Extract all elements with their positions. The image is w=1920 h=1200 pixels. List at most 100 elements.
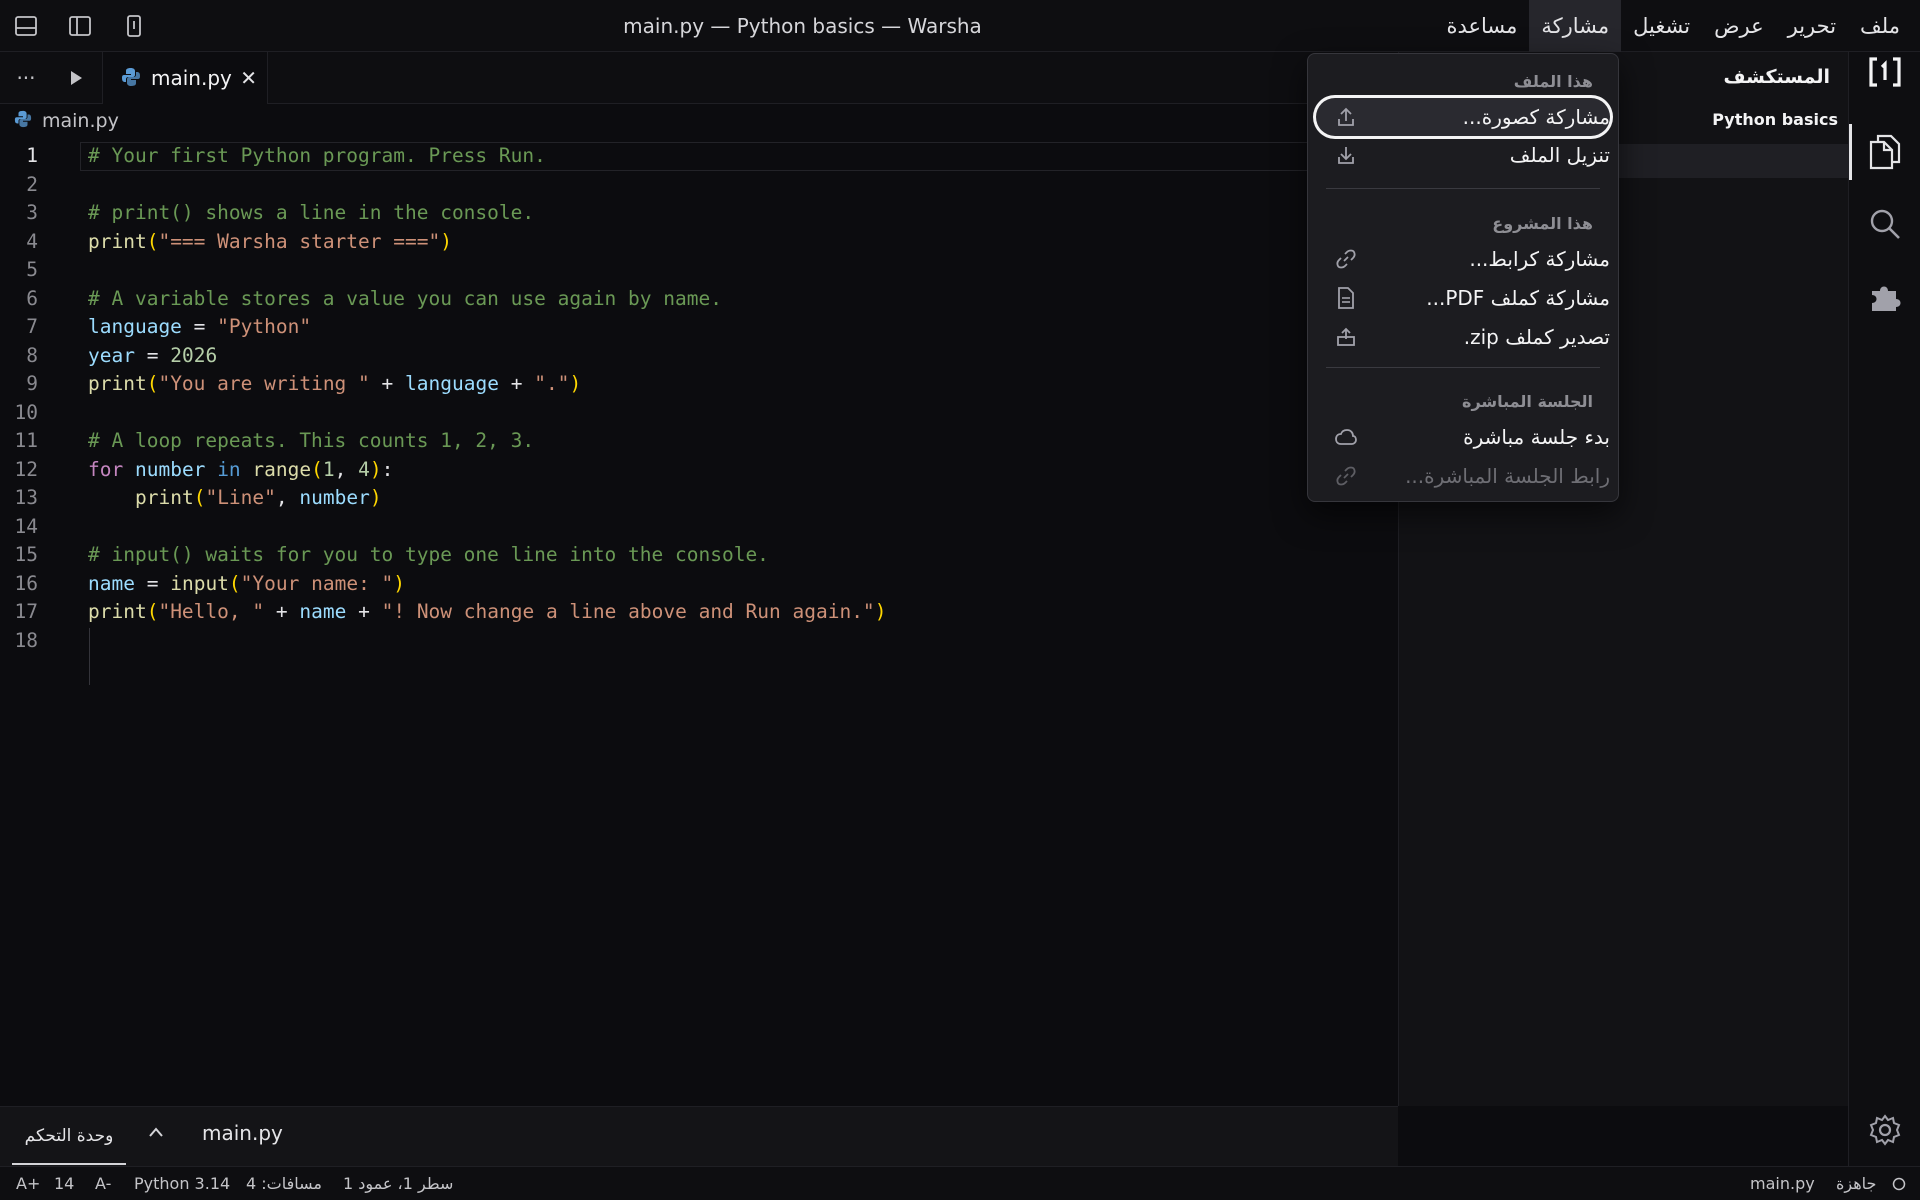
- panel-file-label: main.py: [202, 1121, 283, 1145]
- menu-item-label: بدء جلسة مباشرة: [1463, 425, 1610, 449]
- menu-item-label: مشاركة كملف PDF...: [1426, 286, 1610, 310]
- start-live-session-item[interactable]: بدء جلسة مباشرة: [1316, 418, 1610, 456]
- title-bar: main.py — Python basics — Warsha ملف تحر…: [0, 0, 1920, 52]
- language-indicator[interactable]: Python 3.14: [134, 1174, 230, 1193]
- menu-section-header: هذا المشروع: [1492, 214, 1593, 233]
- project-name[interactable]: Python basics: [1712, 110, 1838, 129]
- menu-help[interactable]: مساعدة: [1434, 0, 1529, 52]
- code-line[interactable]: # A loop repeats. This counts 1, 2, 3.: [88, 427, 534, 456]
- menu-bar: ملف تحرير عرض تشغيل مشاركة مساعدة: [1434, 0, 1912, 52]
- breadcrumb-file[interactable]: main.py: [42, 110, 119, 132]
- menu-item-label: تصدير كملف zip.: [1463, 325, 1610, 349]
- line-number: 13: [14, 486, 38, 509]
- tab-label: main.py: [151, 66, 232, 90]
- bottom-panel: وحدة التحكم main.py: [0, 1106, 1398, 1166]
- code-line[interactable]: print("=== Warsha starter ==="): [88, 228, 452, 257]
- line-number: 7: [26, 315, 38, 338]
- export-icon: [1334, 325, 1358, 349]
- menu-share[interactable]: مشاركة: [1529, 0, 1622, 52]
- activity-bar: [1848, 52, 1920, 1166]
- live-session-link-item[interactable]: رابط الجلسة المباشرة...: [1316, 457, 1610, 495]
- code-line[interactable]: for number in range(1, 4):: [88, 456, 393, 485]
- chevron-up-icon[interactable]: [148, 1123, 164, 1142]
- line-number: 8: [26, 343, 38, 367]
- indent-guide: [89, 628, 90, 685]
- code-editor[interactable]: 1 # Your first Python program. Press Run.…: [0, 142, 1400, 1102]
- upload-icon: [1334, 105, 1358, 129]
- share-as-pdf-item[interactable]: مشاركة كملف PDF...: [1316, 279, 1610, 317]
- code-line[interactable]: print("You are writing " + language + ".…: [88, 370, 581, 399]
- files-icon[interactable]: [1865, 132, 1905, 172]
- line-number: 3: [26, 201, 38, 224]
- share-as-image-item[interactable]: مشاركة كصورة...: [1316, 98, 1610, 136]
- status-ready: جاهزة: [1836, 1174, 1877, 1193]
- download-icon: [1334, 143, 1358, 167]
- menu-file[interactable]: ملف: [1848, 0, 1912, 52]
- tab-console[interactable]: وحدة التحكم: [12, 1121, 126, 1165]
- active-indicator: [1849, 124, 1852, 180]
- document-icon: [1334, 286, 1358, 310]
- line-number: 10: [14, 400, 38, 424]
- line-number: 1: [26, 144, 38, 167]
- code-line[interactable]: language = "Python": [88, 313, 311, 342]
- menu-edit[interactable]: تحرير: [1776, 0, 1848, 52]
- code-line[interactable]: # A variable stores a value you can use …: [88, 285, 722, 314]
- menu-view[interactable]: عرض: [1702, 0, 1776, 52]
- cloud-icon: [1334, 425, 1358, 449]
- line-number: 6: [26, 286, 38, 310]
- tab-bar: ··· main.py ✕: [0, 52, 1398, 104]
- run-button[interactable]: [62, 64, 90, 92]
- status-circle-icon: [1892, 1176, 1906, 1195]
- line-number: 12: [14, 457, 38, 481]
- menu-item-label: مشاركة كصورة...: [1462, 105, 1610, 129]
- code-line[interactable]: # input() waits for you to type one line…: [88, 541, 769, 570]
- menu-section-header: هذا الملف: [1513, 72, 1593, 91]
- menu-item-label: مشاركة كرابط...: [1469, 247, 1610, 271]
- line-number: 18: [14, 628, 38, 652]
- link-icon: [1334, 247, 1358, 271]
- tab-main-py[interactable]: main.py ✕: [102, 52, 268, 104]
- settings-icon[interactable]: [1865, 1110, 1905, 1150]
- menu-separator: [1326, 188, 1600, 189]
- line-number: 9: [26, 372, 38, 395]
- extensions-icon[interactable]: [1865, 276, 1905, 316]
- breadcrumb: main.py: [14, 108, 119, 134]
- code-line[interactable]: name = input("Your name: "): [88, 570, 405, 599]
- logo-icon[interactable]: [1865, 52, 1905, 92]
- font-decrease-button[interactable]: A-: [95, 1174, 111, 1193]
- code-line[interactable]: # print() shows a line in the console.: [88, 199, 534, 228]
- menu-item-label: تنزيل الملف: [1509, 143, 1610, 167]
- search-icon[interactable]: [1865, 204, 1905, 244]
- cursor-position[interactable]: سطر 1، عمود 1: [343, 1174, 453, 1193]
- code-line[interactable]: # Your first Python program. Press Run.: [88, 142, 546, 171]
- line-number: 4: [26, 229, 38, 253]
- status-bar: A+ 14 A- Python 3.14 مسافات: 4 سطر 1، عم…: [0, 1166, 1920, 1200]
- link-icon: [1334, 464, 1358, 488]
- explorer-title: المستكشف: [1723, 66, 1831, 88]
- font-increase-button[interactable]: A+: [16, 1174, 40, 1193]
- menu-run[interactable]: تشغيل: [1621, 0, 1702, 52]
- line-number: 15: [14, 543, 38, 566]
- indentation-indicator[interactable]: مسافات: 4: [246, 1174, 322, 1193]
- line-number: 11: [14, 429, 38, 452]
- menu-item-label: رابط الجلسة المباشرة...: [1405, 464, 1610, 488]
- code-line[interactable]: year = 2026: [88, 342, 217, 371]
- close-icon[interactable]: ✕: [240, 66, 257, 90]
- python-icon: [121, 67, 141, 91]
- more-actions-icon[interactable]: ···: [12, 64, 40, 92]
- download-file-item[interactable]: تنزيل الملف: [1316, 136, 1610, 174]
- export-zip-item[interactable]: تصدير كملف zip.: [1316, 318, 1610, 356]
- line-number: 17: [14, 600, 38, 623]
- code-line[interactable]: print("Line", number): [88, 484, 382, 513]
- share-as-link-item[interactable]: مشاركة كرابط...: [1316, 240, 1610, 278]
- font-size-value: 14: [54, 1174, 75, 1193]
- code-line[interactable]: print("Hello, " + name + "! Now change a…: [88, 598, 886, 627]
- menu-section-header: الجلسة المباشرة: [1462, 392, 1593, 411]
- python-icon: [14, 110, 32, 132]
- window-title: main.py — Python basics — Warsha: [623, 14, 982, 38]
- share-menu-dropdown: هذا الملف مشاركة كصورة... تنزيل الملف هذ…: [1307, 53, 1619, 502]
- line-number: 14: [14, 514, 38, 538]
- status-file: main.py: [1750, 1174, 1815, 1193]
- line-number: 2: [26, 172, 38, 196]
- line-number: 5: [26, 258, 38, 281]
